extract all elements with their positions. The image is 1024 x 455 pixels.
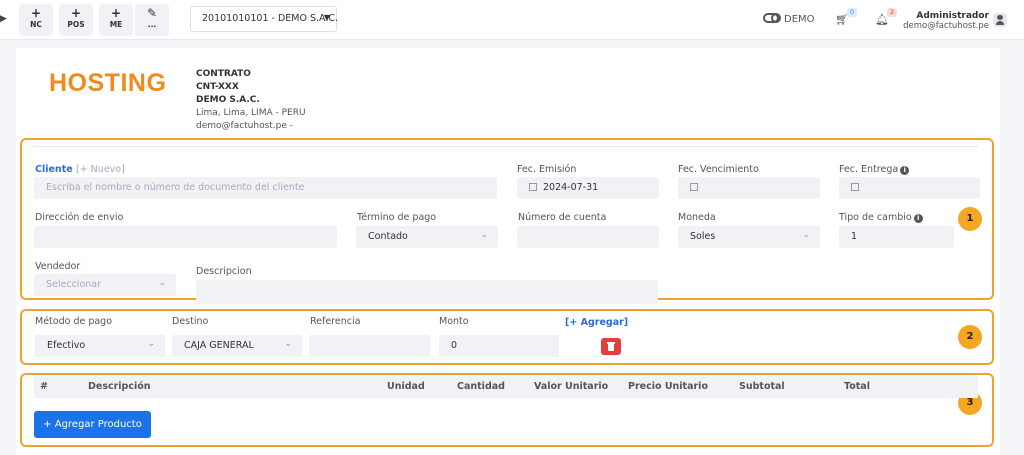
chevron-down-icon: ⌄ xyxy=(284,339,292,349)
company-logo: HOSTING xyxy=(49,69,167,97)
chevron-down-icon: ▼ xyxy=(323,13,330,22)
destino-label: Destino xyxy=(172,316,209,327)
user-avatar-icon[interactable] xyxy=(993,13,1007,27)
moneda-label: Moneda xyxy=(678,212,716,223)
chevron-right-icon[interactable]: ▶ xyxy=(0,14,7,24)
nuevo-cliente-link[interactable]: [+ Nuevo] xyxy=(76,164,125,175)
plus-icon: + xyxy=(70,6,82,20)
new-nc-label: NC xyxy=(30,20,42,29)
company-name: DEMO S.A.C. xyxy=(196,95,260,105)
cuenta-input[interactable] xyxy=(517,226,659,248)
fec-emision-value: 2024-07-31 xyxy=(543,182,599,193)
col-precio-unitario: Precio Unitario xyxy=(628,381,708,392)
user-email: demo@factuhost.pe xyxy=(903,21,989,31)
agregar-pago-link[interactable]: [+ Agregar] xyxy=(565,317,628,328)
plus-icon: + xyxy=(30,6,42,20)
descripcion-textarea[interactable] xyxy=(196,280,658,304)
direccion-input[interactable] xyxy=(34,226,337,248)
tipo-cambio-label-text: Tipo de cambio xyxy=(839,212,912,223)
cart-count-badge: 0 xyxy=(847,8,858,17)
metodo-select[interactable]: Efectivo ⌄ xyxy=(35,335,165,357)
termino-select[interactable]: Contado ⌄ xyxy=(356,226,498,248)
chevron-down-icon: ⌄ xyxy=(802,230,810,240)
monto-label: Monto xyxy=(439,316,469,327)
section-2-badge: 2 xyxy=(958,325,982,349)
vendedor-select[interactable]: Seleccionar ⌄ xyxy=(34,274,176,296)
monto-input[interactable]: 0 xyxy=(439,335,559,357)
section-1-badge: 1 xyxy=(958,207,982,231)
company-select-value: 20101010101 - DEMO S.A.C. xyxy=(202,13,339,24)
new-nc-button[interactable]: + NC xyxy=(19,4,53,36)
col-unidad: Unidad xyxy=(387,381,425,392)
fec-vencimiento-input[interactable] xyxy=(678,177,820,199)
more-label: ... xyxy=(147,20,157,29)
notification-count-badge: 2 xyxy=(887,8,898,17)
referencia-label: Referencia xyxy=(310,316,361,327)
fec-entrega-label: Fec. Entrega i xyxy=(839,164,910,175)
referencia-input[interactable] xyxy=(309,335,430,357)
info-icon[interactable]: i xyxy=(913,214,923,223)
doc-type: CONTRATO xyxy=(196,69,251,79)
trash-icon-body xyxy=(608,344,614,351)
destino-select[interactable]: CAJA GENERAL ⌄ xyxy=(172,335,302,357)
descripcion-label: Descripcion xyxy=(196,266,252,277)
chevron-down-icon: ⌄ xyxy=(158,278,166,288)
items-table-header xyxy=(34,376,978,398)
fec-vencimiento-label: Fec. Vencimiento xyxy=(678,164,759,175)
metodo-value: Efectivo xyxy=(47,340,86,351)
fec-emision-input[interactable]: 2024-07-31 xyxy=(517,177,659,199)
cliente-input[interactable]: Escriba el nombre o número de documento … xyxy=(34,177,497,199)
user-name[interactable]: Administrador xyxy=(916,11,989,21)
calendar-icon xyxy=(529,183,537,191)
col-descripcion: Descripción xyxy=(88,381,151,392)
termino-value: Contado xyxy=(368,231,408,242)
plus-icon: + xyxy=(110,6,122,20)
new-pos-button[interactable]: + POS xyxy=(59,4,93,36)
col-subtotal: Subtotal xyxy=(739,381,785,392)
cliente-label-text: Cliente xyxy=(35,164,73,175)
chevron-down-icon: ⌄ xyxy=(480,230,488,240)
moneda-select[interactable]: Soles ⌄ xyxy=(678,226,820,248)
calendar-icon xyxy=(851,183,859,191)
vendedor-value: Seleccionar xyxy=(46,279,102,290)
cliente-label: Cliente [+ Nuevo] xyxy=(35,164,125,175)
pencil-icon: ✎ xyxy=(146,6,158,20)
tipo-cambio-label: Tipo de cambio i xyxy=(839,212,923,223)
company-address: Lima, Lima, LIMA - PERU xyxy=(196,108,306,118)
tipo-cambio-input[interactable]: 1 xyxy=(839,226,954,248)
col-cantidad: Cantidad xyxy=(457,381,505,392)
col-valor-unitario: Valor Unitario xyxy=(534,381,609,392)
fec-emision-label: Fec. Emisión xyxy=(517,164,577,175)
new-me-button[interactable]: + ME xyxy=(99,4,133,36)
info-icon[interactable]: i xyxy=(900,166,910,175)
company-email: demo@factuhost.pe - xyxy=(196,121,294,131)
cuenta-label: Número de cuenta xyxy=(518,212,607,223)
vendedor-label: Vendedor xyxy=(35,261,81,272)
col-number: # xyxy=(40,381,48,392)
delete-payment-button[interactable] xyxy=(601,338,621,355)
termino-label: Término de pago xyxy=(357,212,437,223)
calendar-icon xyxy=(690,183,698,191)
add-product-button[interactable]: + Agregar Producto xyxy=(34,411,151,438)
toggle-icon[interactable] xyxy=(763,13,781,23)
more-button[interactable]: ✎ ... xyxy=(135,4,169,36)
new-me-label: ME xyxy=(109,20,123,29)
doc-number: CNT-XXX xyxy=(196,82,239,92)
document-header: CONTRATO CNT-XXX DEMO S.A.C. Lima, Lima,… xyxy=(196,68,306,133)
direccion-label: Dirección de envio xyxy=(35,212,124,223)
fec-entrega-input[interactable] xyxy=(839,177,980,199)
new-pos-label: POS xyxy=(67,20,85,29)
metodo-label: Método de pago xyxy=(35,316,113,327)
top-bar: ▶ + NC + POS + ME ✎ ... 20101010101 - DE… xyxy=(0,0,1024,40)
moneda-value: Soles xyxy=(690,231,716,242)
company-select[interactable]: 20101010101 - DEMO S.A.C. ▼ xyxy=(190,6,339,32)
demo-label: DEMO xyxy=(784,14,815,25)
col-total: Total xyxy=(844,381,870,392)
destino-value: CAJA GENERAL xyxy=(184,340,254,351)
fec-entrega-label-text: Fec. Entrega xyxy=(839,164,899,175)
chevron-down-icon: ⌄ xyxy=(147,339,155,349)
